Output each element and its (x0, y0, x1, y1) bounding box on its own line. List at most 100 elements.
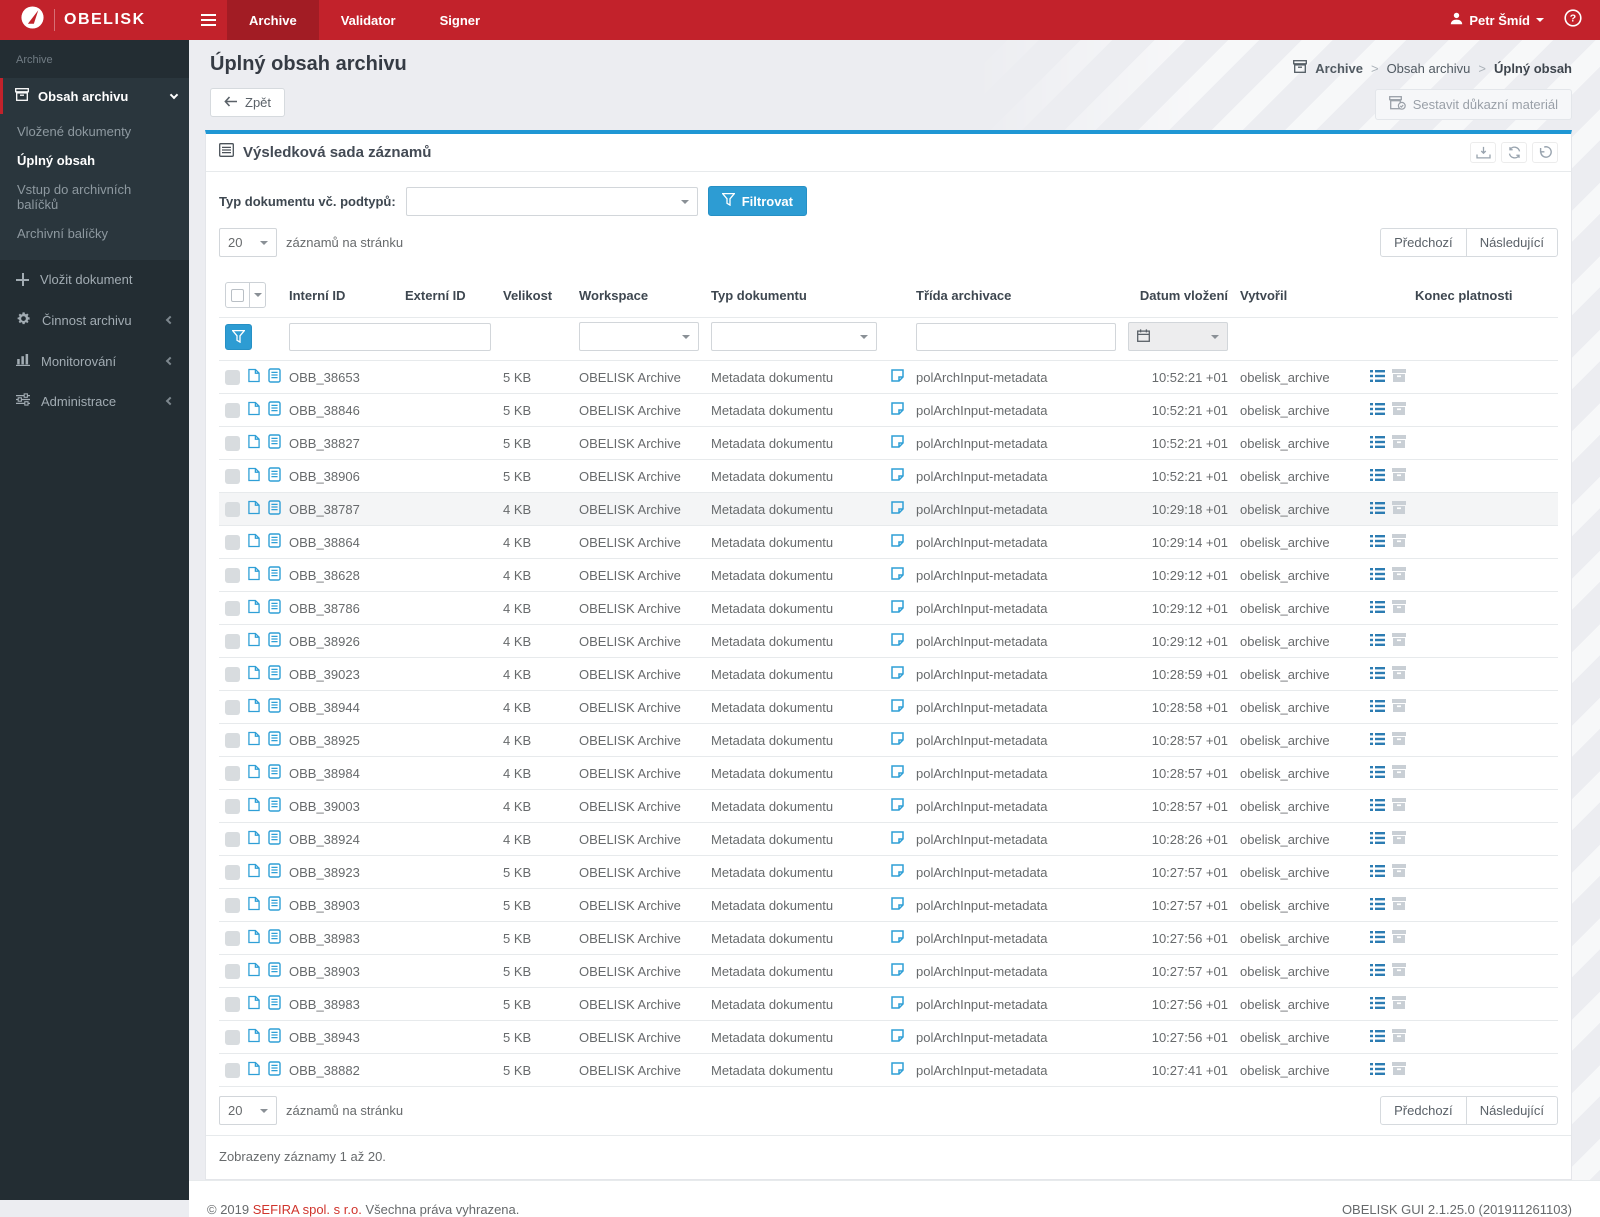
detail-list-icon[interactable] (1370, 996, 1385, 1012)
workspace-filter-select[interactable] (579, 322, 699, 351)
document-icon[interactable] (248, 401, 260, 419)
detail-list-icon[interactable] (1370, 897, 1385, 913)
note-icon[interactable] (891, 963, 904, 979)
reader-icon[interactable] (268, 962, 281, 980)
document-icon[interactable] (248, 731, 260, 749)
document-icon[interactable] (248, 665, 260, 683)
document-icon[interactable] (248, 764, 260, 782)
row-checkbox[interactable] (225, 369, 240, 385)
note-icon[interactable] (891, 831, 904, 847)
document-icon[interactable] (248, 368, 260, 386)
row-checkbox[interactable] (225, 732, 240, 748)
archive-action-icon[interactable] (1392, 402, 1406, 418)
document-icon[interactable] (248, 566, 260, 584)
note-icon[interactable] (891, 534, 904, 550)
archive-action-icon[interactable] (1392, 501, 1406, 517)
row-checkbox[interactable] (225, 765, 240, 781)
row-checkbox[interactable] (225, 831, 240, 847)
select-all-split-button[interactable] (225, 282, 266, 308)
next-page-button[interactable]: Následující (1465, 228, 1558, 257)
tab-signer[interactable]: Signer (418, 0, 502, 40)
sidebar-item-vlozene-dokumenty[interactable]: Vložené dokumenty (0, 117, 189, 146)
note-icon[interactable] (891, 468, 904, 484)
note-icon[interactable] (891, 369, 904, 385)
next-page-button[interactable]: Následující (1465, 1096, 1558, 1125)
sidebar-item-cinnost-archivu[interactable]: Činnost archivu (0, 299, 189, 341)
archive-action-icon[interactable] (1392, 798, 1406, 814)
document-icon[interactable] (248, 797, 260, 815)
note-icon[interactable] (891, 600, 904, 616)
detail-list-icon[interactable] (1370, 534, 1385, 550)
row-checkbox[interactable] (225, 567, 240, 583)
note-icon[interactable] (891, 798, 904, 814)
row-checkbox[interactable] (225, 996, 240, 1012)
archive-action-icon[interactable] (1392, 930, 1406, 946)
reader-icon[interactable] (268, 665, 281, 683)
document-icon[interactable] (248, 896, 260, 914)
archive-action-icon[interactable] (1392, 468, 1406, 484)
reader-icon[interactable] (268, 467, 281, 485)
document-icon[interactable] (248, 599, 260, 617)
detail-list-icon[interactable] (1370, 402, 1385, 418)
document-icon[interactable] (248, 533, 260, 551)
document-icon[interactable] (248, 830, 260, 848)
doc-type-column-filter-select[interactable] (711, 322, 877, 351)
note-icon[interactable] (891, 501, 904, 517)
doc-type-select[interactable] (405, 186, 698, 216)
note-icon[interactable] (891, 930, 904, 946)
archive-action-icon[interactable] (1392, 369, 1406, 385)
sidebar-item-vstup-do-archivnich-balicku[interactable]: Vstup do archivních balíčků (0, 175, 189, 219)
reader-icon[interactable] (268, 797, 281, 815)
detail-list-icon[interactable] (1370, 930, 1385, 946)
detail-list-icon[interactable] (1370, 798, 1385, 814)
document-icon[interactable] (248, 632, 260, 650)
reader-icon[interactable] (268, 830, 281, 848)
arch-class-filter-input[interactable] (916, 322, 1116, 351)
previous-page-button[interactable]: Předchozí (1380, 1096, 1467, 1125)
detail-list-icon[interactable] (1370, 468, 1385, 484)
tab-validator[interactable]: Validator (319, 0, 418, 40)
archive-action-icon[interactable] (1392, 633, 1406, 649)
document-icon[interactable] (248, 929, 260, 947)
archive-action-icon[interactable] (1392, 996, 1406, 1012)
reader-icon[interactable] (268, 698, 281, 716)
archive-action-icon[interactable] (1392, 732, 1406, 748)
document-icon[interactable] (248, 863, 260, 881)
archive-action-icon[interactable] (1392, 765, 1406, 781)
row-checkbox[interactable] (225, 930, 240, 946)
sidebar-item-uplny-obsah[interactable]: Úplný obsah (0, 146, 189, 175)
reader-icon[interactable] (268, 566, 281, 584)
detail-list-icon[interactable] (1370, 501, 1385, 517)
detail-list-icon[interactable] (1370, 732, 1385, 748)
note-icon[interactable] (891, 699, 904, 715)
archive-action-icon[interactable] (1392, 1062, 1406, 1078)
reader-icon[interactable] (268, 632, 281, 650)
archive-action-icon[interactable] (1392, 666, 1406, 682)
document-icon[interactable] (248, 500, 260, 518)
reader-icon[interactable] (268, 863, 281, 881)
row-checkbox[interactable] (225, 633, 240, 649)
row-checkbox[interactable] (225, 1029, 240, 1045)
user-menu[interactable]: Petr Šmíd (1450, 12, 1544, 28)
export-button[interactable] (1470, 142, 1496, 163)
document-icon[interactable] (248, 995, 260, 1013)
reader-icon[interactable] (268, 731, 281, 749)
reader-icon[interactable] (268, 764, 281, 782)
reader-icon[interactable] (268, 995, 281, 1013)
archive-action-icon[interactable] (1392, 567, 1406, 583)
archive-action-icon[interactable] (1392, 699, 1406, 715)
row-checkbox[interactable] (225, 666, 240, 682)
archive-action-icon[interactable] (1392, 435, 1406, 451)
document-icon[interactable] (248, 467, 260, 485)
breadcrumb-archive[interactable]: Archive (1315, 61, 1363, 76)
document-icon[interactable] (248, 1061, 260, 1079)
row-checkbox[interactable] (225, 534, 240, 550)
filter-button[interactable]: Filtrovat (707, 186, 807, 216)
archive-action-icon[interactable] (1392, 864, 1406, 880)
detail-list-icon[interactable] (1370, 435, 1385, 451)
reader-icon[interactable] (268, 929, 281, 947)
note-icon[interactable] (891, 567, 904, 583)
reader-icon[interactable] (268, 599, 281, 617)
previous-page-button[interactable]: Předchozí (1380, 228, 1467, 257)
document-icon[interactable] (248, 698, 260, 716)
